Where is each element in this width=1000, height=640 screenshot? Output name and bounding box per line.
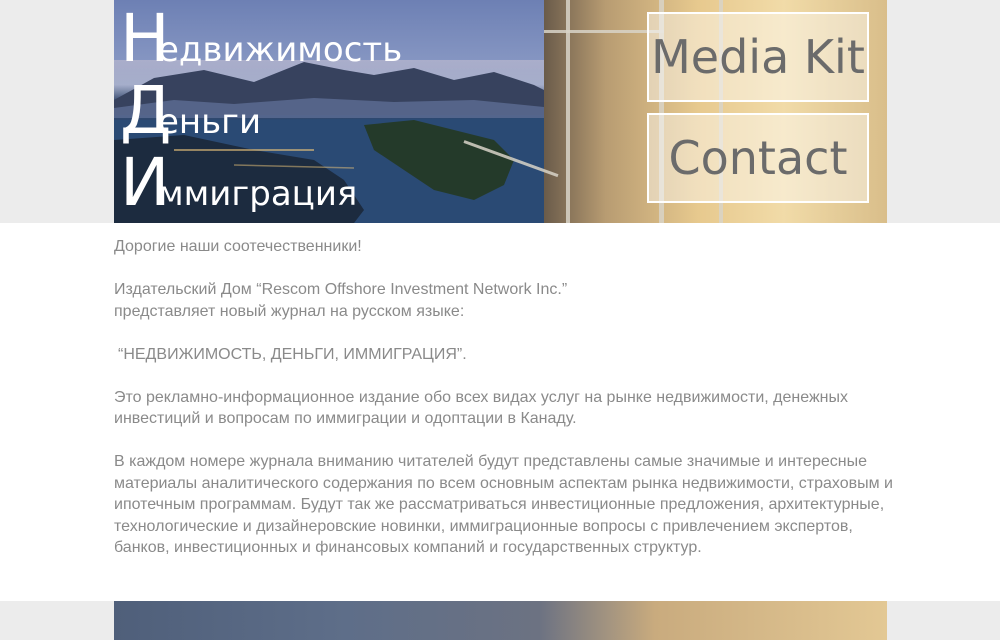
logo-initial: И <box>120 144 170 221</box>
intro-line: Издательский Дом “Rescom Offshore Invest… <box>114 281 568 298</box>
logo-word: едвижимость <box>158 30 403 70</box>
main-content: Дорогие наши соотечественники! Издательс… <box>114 236 894 580</box>
description-paragraph: Это рекламно-информационное издание обо … <box>114 388 848 428</box>
logo-word: еньги <box>158 102 262 142</box>
contact-button[interactable]: Contact <box>647 113 869 203</box>
details-paragraph: В каждом номере журнала вниманию читател… <box>114 453 893 556</box>
window-frame <box>566 0 570 223</box>
media-kit-button[interactable]: Media Kit <box>647 12 869 102</box>
footer-photo <box>114 601 887 640</box>
magazine-title: “НЕДВИЖИМОСТЬ, ДЕНЬГИ, ИММИГРАЦИЯ”. <box>118 345 467 363</box>
logo-line-2: Д еньги <box>120 78 402 150</box>
window-frame <box>544 30 664 33</box>
logo-initial: Н <box>120 0 170 77</box>
logo-line-3: И ммиграция <box>120 150 402 222</box>
greeting-text: Дорогие наши соотечественники! <box>114 238 362 255</box>
intro-line: представляет новый журнал на русском язы… <box>114 302 465 320</box>
logo-initial: Д <box>120 72 172 149</box>
site-logo: Н едвижимость Д еньги И ммиграция <box>120 6 402 222</box>
logo-line-1: Н едвижимость <box>120 6 402 78</box>
logo-word: ммиграция <box>158 174 358 214</box>
intro-paragraph: Издательский Дом “Rescom Offshore Invest… <box>114 279 894 322</box>
